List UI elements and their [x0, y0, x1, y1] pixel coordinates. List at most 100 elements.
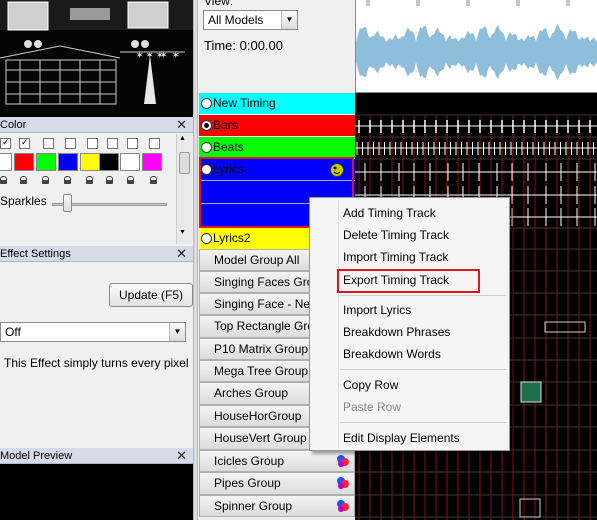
view-select[interactable]: All Models ▼ [203, 10, 298, 30]
radio-icon[interactable] [201, 233, 212, 244]
effect-description: This Effect simply turns every pixel [4, 356, 189, 370]
effect-settings-title-text: Effect Settings [0, 248, 71, 260]
menu-separator [340, 369, 506, 370]
color-panel-title: Color ✕ [0, 117, 193, 133]
sparkles-slider-thumb[interactable] [63, 194, 72, 212]
color-swatch[interactable] [120, 153, 140, 171]
model-preview-title: Model Preview ✕ [0, 448, 193, 464]
lock-icon[interactable] [106, 176, 113, 184]
timing-row-new-timing[interactable]: New Timing [199, 93, 355, 114]
radio-icon[interactable] [201, 98, 212, 109]
effect-select[interactable]: Off ▼ [0, 322, 186, 342]
menu-item-delete-timing-track[interactable]: Delete Timing Track [343, 228, 449, 242]
color-swatch[interactable] [58, 153, 78, 171]
menu-gutter-line [338, 200, 339, 448]
model-row-label: Arches Group [214, 386, 289, 400]
menu-item-paste-row: Paste Row [343, 400, 402, 414]
svg-text:✶: ✶ [172, 50, 180, 60]
timing-row-label: Beats [213, 140, 244, 154]
svg-text:✶: ✶ [160, 50, 168, 60]
color-checkbox[interactable] [107, 138, 118, 149]
timing-row-label: New Timing [213, 96, 276, 110]
menu-item-breakdown-phrases[interactable]: Breakdown Phrases [343, 325, 450, 339]
context-menu: Add Timing Track Delete Timing Track Imp… [309, 197, 510, 451]
model-row-label: Singing Face - Ne [214, 297, 311, 311]
model-row[interactable]: Icicles Group [199, 450, 355, 472]
color-swatch[interactable] [0, 153, 12, 171]
model-row-label: Model Group All [214, 253, 300, 267]
export-highlight-box [337, 269, 480, 293]
scroll-down-icon[interactable]: ▼ [179, 229, 186, 236]
color-panel-scrollbar[interactable]: ▲ ▼ [176, 134, 192, 244]
waveform[interactable] [355, 0, 597, 93]
model-group-icon[interactable] [336, 476, 350, 490]
view-label: View: [204, 0, 234, 8]
time-display: Time: 0:00.00 [204, 38, 284, 53]
timing-row-label: Bars [213, 118, 238, 132]
model-preview-panel: Model Preview ✕ [0, 448, 193, 520]
close-icon[interactable]: ✕ [176, 246, 187, 262]
menu-item-add-timing-track[interactable]: Add Timing Track [343, 206, 436, 220]
close-icon[interactable]: ✕ [176, 448, 187, 464]
color-checkbox[interactable] [65, 138, 76, 149]
color-swatch[interactable] [36, 153, 56, 171]
color-panel-title-text: Color [0, 119, 27, 131]
model-group-icon[interactable] [336, 499, 350, 513]
color-checkbox[interactable] [127, 138, 138, 149]
radio-icon[interactable] [201, 142, 212, 153]
menu-separator [340, 422, 506, 423]
scrollbar-thumb[interactable] [179, 152, 190, 174]
lock-icon[interactable] [127, 176, 134, 184]
menu-item-edit-display-elements[interactable]: Edit Display Elements [343, 431, 460, 445]
lock-icon[interactable] [20, 176, 27, 184]
model-row-label: HouseHorGroup [214, 409, 302, 423]
chevron-down-icon[interactable]: ▼ [169, 323, 185, 341]
color-checkbox[interactable] [149, 138, 160, 149]
model-row-label: P10 Matrix Group [214, 342, 309, 356]
view-select-value: All Models [208, 13, 264, 27]
color-checkbox[interactable] [43, 138, 54, 149]
color-swatch[interactable] [99, 153, 119, 171]
color-panel: Color ✕ ✓ ✓ Sparkles ▲ ▼ [0, 117, 193, 246]
model-row[interactable]: Spinner Group [199, 495, 355, 517]
model-row-label: Top Rectangle Gro [214, 319, 315, 333]
color-checkbox[interactable]: ✓ [19, 137, 30, 149]
model-group-icon[interactable] [336, 454, 350, 468]
lock-icon[interactable] [86, 176, 93, 184]
menu-separator [340, 295, 506, 296]
waveform-graphic [356, 0, 597, 93]
house-preview: ✶ ✶ ✶ ✶ ✶ [0, 0, 193, 117]
model-row-label: Mega Tree Group [214, 364, 309, 378]
model-row[interactable]: Pipes Group [199, 472, 355, 495]
lock-icon[interactable] [150, 176, 157, 184]
color-swatch[interactable] [14, 153, 34, 171]
timing-row-bars[interactable]: Bars [199, 115, 355, 136]
color-swatch[interactable] [80, 153, 100, 171]
lock-icon[interactable] [42, 176, 49, 184]
timing-row-label: Lyrics2 [213, 231, 251, 245]
close-icon[interactable]: ✕ [176, 117, 187, 133]
update-button[interactable]: Update (F5) [109, 283, 193, 307]
color-checkbox[interactable]: ✓ [0, 137, 11, 149]
color-checkbox[interactable] [87, 138, 98, 149]
color-swatch[interactable] [142, 153, 162, 171]
model-row-label: Singing Faces Gro [214, 275, 314, 289]
sparkles-label: Sparkles [0, 194, 47, 208]
model-row-label: HouseVert Group [214, 431, 307, 445]
scroll-up-icon[interactable]: ▲ [179, 135, 186, 142]
chevron-down-icon[interactable]: ▼ [281, 11, 297, 29]
model-row-label: Spinner Group [214, 499, 293, 513]
lock-icon[interactable] [0, 176, 7, 184]
menu-item-copy-row[interactable]: Copy Row [343, 378, 398, 392]
timeline-header: View: All Models ▼ Time: 0:00.00 [198, 0, 355, 93]
radio-icon[interactable] [201, 120, 212, 131]
effect-settings-title: Effect Settings ✕ [0, 246, 193, 262]
model-row-label: Icicles Group [214, 454, 285, 468]
menu-item-breakdown-words[interactable]: Breakdown Words [343, 347, 441, 361]
timing-row-beats[interactable]: Beats [199, 137, 355, 158]
house-preview-image: ✶ ✶ ✶ ✶ ✶ [0, 0, 193, 117]
lock-icon[interactable] [64, 176, 71, 184]
effect-select-value: Off [5, 325, 21, 339]
menu-item-import-timing-track[interactable]: Import Timing Track [343, 250, 448, 264]
menu-item-import-lyrics[interactable]: Import Lyrics [343, 303, 411, 317]
